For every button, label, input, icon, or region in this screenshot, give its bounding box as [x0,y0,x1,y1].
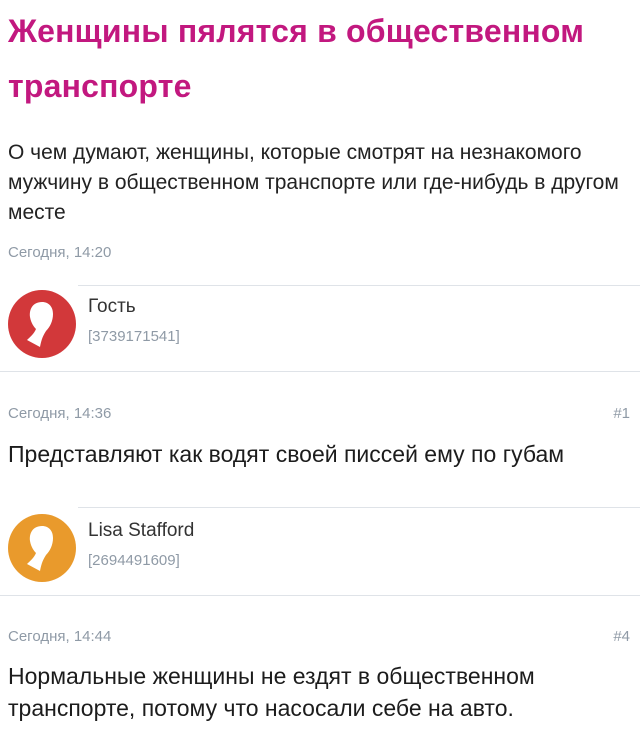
post-date: Сегодня, 14:20 [8,244,112,261]
author-id: [2694491609] [88,552,180,569]
divider [0,371,640,372]
post-title: Женщины пялятся в общественном транспорт… [8,13,585,104]
author-name[interactable]: Lisa Stafford [88,520,194,542]
comment-number[interactable]: #4 [613,628,630,645]
divider [0,595,640,596]
comment-text: Нормальные женщины не ездят в общественн… [8,663,535,721]
user-silhouette-icon [27,302,53,347]
divider [78,507,640,508]
comment-text: Представляют как водят своей писсей ему … [8,441,565,467]
post-description: О чем думают, женщины, которые смотрят н… [8,141,619,224]
user-silhouette-icon [27,526,53,571]
comment-number[interactable]: #1 [613,405,630,422]
divider [78,285,640,286]
author-id: [3739171541] [88,328,180,345]
comment-date: Сегодня, 14:36 [8,405,112,422]
comment-author[interactable]: Lisa Stafford [2694491609] [8,514,628,586]
avatar[interactable] [8,290,76,358]
comment-date: Сегодня, 14:44 [8,628,112,645]
author-name[interactable]: Гость [88,296,136,318]
comment-author[interactable]: Гость [3739171541] [8,290,628,362]
avatar[interactable] [8,514,76,582]
